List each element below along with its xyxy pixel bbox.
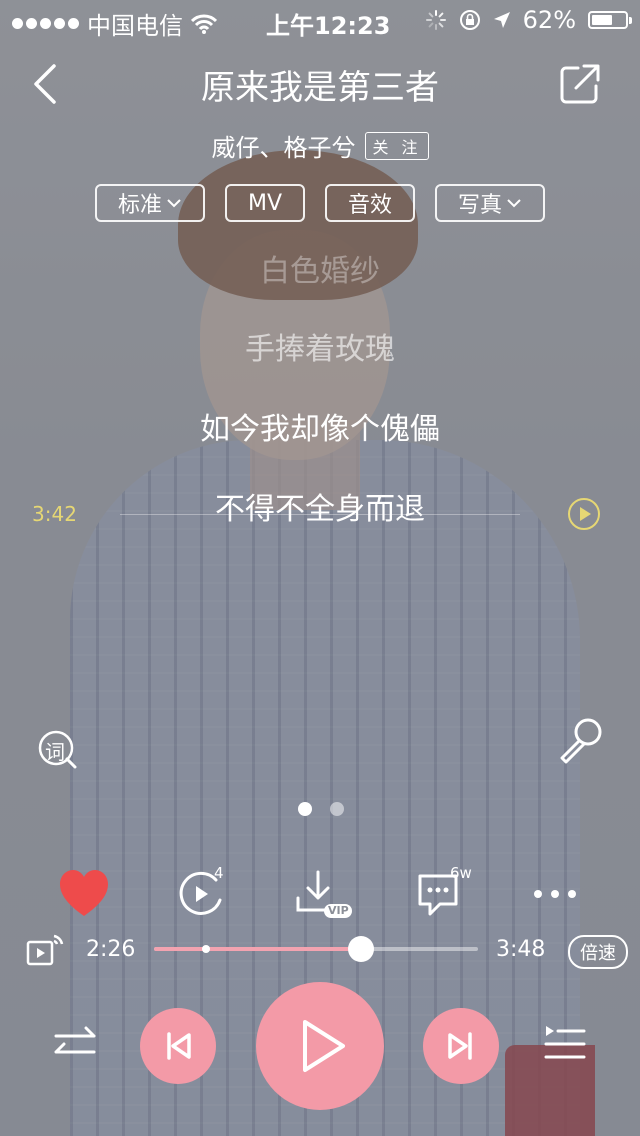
seek-preview-time: 3:42 [32, 502, 77, 526]
total-time: 3:48 [496, 937, 546, 962]
battery-percent: 62% [522, 6, 576, 34]
cast-icon[interactable] [26, 932, 64, 966]
status-left: 中国电信 [12, 6, 217, 41]
play-icon [303, 1020, 345, 1072]
current-time: 2:26 [86, 937, 136, 962]
progress-played [154, 947, 362, 951]
buffer-marker [201, 945, 210, 953]
artist-names[interactable]: 威仔、格子兮 [211, 128, 355, 163]
more-icon[interactable] [530, 866, 580, 922]
favorite-heart-icon[interactable] [58, 866, 110, 922]
skip-next-icon [448, 1032, 472, 1060]
option-chips: 标准 MV 音效 写真 [95, 184, 545, 224]
page-dot [298, 802, 312, 816]
rotation-lock-icon [459, 10, 480, 30]
page-dot [330, 802, 344, 816]
lyric-line: 不得不全身而退 [215, 492, 425, 527]
signal-icon [12, 18, 79, 29]
share-icon[interactable] [558, 62, 602, 106]
mv-label: MV [247, 190, 283, 216]
vip-badge: VIP [328, 904, 349, 917]
back-icon[interactable] [28, 62, 68, 106]
location-icon [493, 12, 510, 28]
quality-label: 标准 [117, 193, 162, 218]
artist-row: 威仔、格子兮 关 注 [0, 128, 640, 163]
lyric-line: 手捧着玫瑰 [245, 332, 395, 367]
comment-count-badge: 6w [450, 864, 472, 882]
song-title: 原来我是第三者 [201, 68, 439, 108]
progress-bar[interactable] [154, 936, 478, 962]
next-button[interactable] [423, 1008, 499, 1084]
chevron-down-icon [507, 199, 521, 208]
quality-chip[interactable]: 标准 [95, 184, 205, 222]
chevron-down-icon [167, 199, 181, 208]
lyric-char: 词 [45, 740, 65, 764]
wifi-icon [191, 14, 217, 34]
carrier-label: 中国电信 [87, 12, 183, 40]
lyric-line-current: 如今我却像个傀儡 [200, 412, 440, 447]
loop-count-badge: 4 [214, 864, 224, 882]
previous-button[interactable] [140, 1008, 216, 1084]
shuffle-icon[interactable] [54, 1024, 100, 1064]
loop-play-button[interactable]: 4 [176, 864, 232, 922]
lyric-search-button[interactable]: 词 [36, 728, 80, 772]
comments-button[interactable]: 6w [414, 864, 478, 922]
status-bar: 中国电信 上午12:23 62% [0, 0, 640, 40]
background-photo [0, 0, 640, 1136]
status-right: 62% [425, 6, 632, 34]
lyric-line: 白色婚纱 [260, 254, 380, 289]
loading-spinner-icon [425, 10, 446, 30]
playlist-icon[interactable] [544, 1024, 586, 1064]
microphone-icon[interactable] [556, 716, 604, 764]
clock: 上午12:23 [266, 12, 391, 40]
follow-button[interactable]: 关 注 [365, 131, 429, 160]
page-indicator [298, 802, 344, 816]
photos-chip[interactable]: 写真 [435, 184, 545, 222]
battery-icon [588, 11, 632, 29]
mv-chip[interactable]: MV [225, 184, 305, 222]
download-button[interactable]: VIP [294, 866, 358, 922]
effects-label: 音效 [347, 193, 392, 218]
skip-previous-icon [167, 1032, 191, 1060]
effects-chip[interactable]: 音效 [325, 184, 415, 222]
photos-label: 写真 [457, 193, 502, 218]
speed-button[interactable]: 倍速 [568, 935, 628, 969]
seek-preview-line [120, 514, 520, 515]
play-from-here-icon[interactable] [566, 496, 602, 532]
play-button[interactable] [256, 982, 384, 1110]
